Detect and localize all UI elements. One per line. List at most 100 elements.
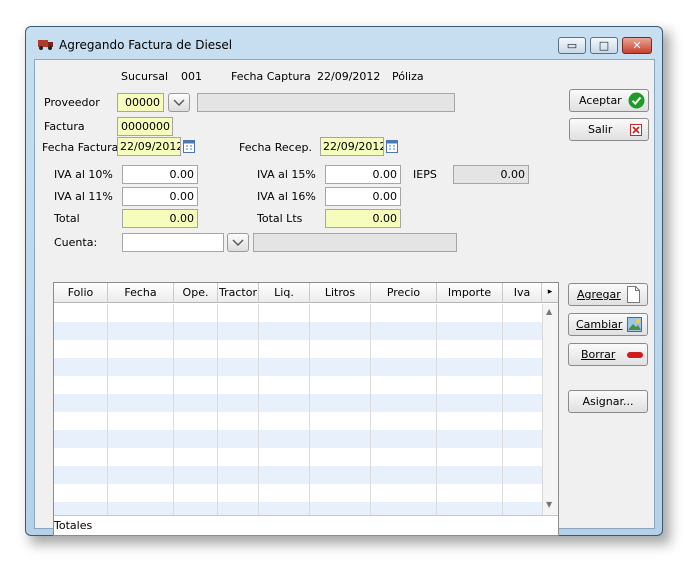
table-row[interactable]: [54, 358, 542, 376]
grid-header: Folio Fecha Ope. Tractor Liq. Litros Pre…: [54, 283, 558, 303]
table-row[interactable]: [54, 448, 542, 466]
vertical-scrollbar[interactable]: ▲ ▼: [542, 304, 558, 515]
factura-input[interactable]: 0000000: [117, 117, 173, 136]
column-divider: [436, 304, 437, 515]
new-document-icon: [627, 286, 640, 303]
column-header-ope[interactable]: Ope.: [174, 283, 218, 303]
table-row[interactable]: [54, 340, 542, 358]
maximize-button[interactable]: □: [590, 37, 618, 54]
close-red-icon: [630, 124, 642, 136]
column-divider: [502, 304, 503, 515]
agregar-button[interactable]: Agregar: [568, 283, 648, 306]
close-button[interactable]: ✕: [622, 37, 652, 54]
chevron-down-icon: [173, 99, 185, 106]
invoice-lines-grid[interactable]: Folio Fecha Ope. Tractor Liq. Litros Pre…: [53, 282, 559, 536]
totals-row: Totales: [54, 515, 558, 535]
column-header-folio[interactable]: Folio: [54, 283, 108, 303]
asignar-label: Asignar...: [582, 395, 634, 408]
table-row[interactable]: [54, 304, 542, 322]
total-lts-field: 0.00: [325, 209, 401, 228]
dialog-window: Agregando Factura de Diesel ▭ □ ✕ Sucurs…: [25, 26, 663, 536]
scroll-right-arrow-icon[interactable]: ▸: [542, 283, 558, 303]
ieps-label: IEPS: [413, 168, 437, 181]
column-divider: [173, 304, 174, 515]
asignar-button[interactable]: Asignar...: [568, 390, 648, 413]
column-divider: [217, 304, 218, 515]
fecha-captura-label: Fecha Captura: [231, 70, 311, 83]
minimize-button[interactable]: ▭: [558, 37, 586, 54]
table-row[interactable]: [54, 466, 542, 484]
column-header-liq[interactable]: Liq.: [259, 283, 310, 303]
cambiar-label: Cambiar: [576, 318, 623, 331]
proveedor-code-input[interactable]: 00000: [117, 93, 164, 112]
title-bar[interactable]: Agregando Factura de Diesel ▭ □ ✕: [26, 27, 662, 57]
table-row[interactable]: [54, 394, 542, 412]
aceptar-button[interactable]: Aceptar: [569, 89, 649, 112]
fecha-recep-input[interactable]: 22/09/2012: [320, 137, 384, 156]
truck-app-icon: [38, 40, 53, 50]
delete-minus-icon: [627, 352, 643, 358]
column-header-iva[interactable]: Iva: [503, 283, 542, 303]
table-row[interactable]: [54, 376, 542, 394]
table-row[interactable]: [54, 412, 542, 430]
cuenta-input[interactable]: [122, 233, 224, 252]
iva16-input[interactable]: 0.00: [325, 187, 401, 206]
iva15-input[interactable]: 0.00: [325, 165, 401, 184]
factura-label: Factura: [44, 120, 85, 133]
cuenta-label: Cuenta:: [54, 236, 98, 249]
table-row[interactable]: [54, 430, 542, 448]
iva11-label: IVA al 11%: [54, 190, 113, 203]
cambiar-button[interactable]: Cambiar: [568, 313, 648, 336]
maximize-icon: □: [598, 39, 610, 52]
borrar-label: Borrar: [581, 348, 616, 361]
totals-label: Totales: [54, 519, 93, 532]
scroll-down-icon[interactable]: ▼: [546, 500, 552, 509]
edit-picture-icon: [627, 317, 642, 332]
table-row[interactable]: [54, 484, 542, 502]
iva11-input[interactable]: 0.00: [122, 187, 198, 206]
iva15-label: IVA al 15%: [257, 168, 316, 181]
iva10-label: IVA al 10%: [54, 168, 113, 181]
column-header-litros[interactable]: Litros: [310, 283, 371, 303]
sucursal-label: Sucursal: [121, 70, 169, 83]
column-divider: [370, 304, 371, 515]
ieps-field: 0.00: [453, 165, 529, 184]
aceptar-label: Aceptar: [579, 94, 622, 107]
column-header-fecha[interactable]: Fecha: [108, 283, 174, 303]
fecha-factura-label: Fecha Factura: [42, 141, 119, 154]
chevron-down-icon: [232, 239, 244, 246]
proveedor-label: Proveedor: [44, 96, 100, 109]
poliza-label: Póliza: [392, 70, 424, 83]
total-field: 0.00: [122, 209, 198, 228]
column-header-importe[interactable]: Importe: [437, 283, 503, 303]
close-icon: ✕: [632, 39, 642, 52]
borrar-button[interactable]: Borrar: [568, 343, 648, 366]
column-header-precio[interactable]: Precio: [371, 283, 437, 303]
column-header-tractor[interactable]: Tractor: [218, 283, 259, 303]
checkmark-icon: [628, 92, 645, 109]
agregar-label: Agregar: [577, 288, 621, 301]
grid-body[interactable]: [54, 304, 542, 515]
proveedor-name-field: [197, 93, 455, 112]
iva16-label: IVA al 16%: [257, 190, 316, 203]
salir-button[interactable]: Salir: [569, 118, 649, 141]
sucursal-value: 001: [181, 70, 202, 83]
fecha-recep-calendar-icon[interactable]: [386, 139, 398, 153]
fecha-factura-calendar-icon[interactable]: [183, 139, 195, 153]
column-divider: [258, 304, 259, 515]
cuenta-dropdown-button[interactable]: [227, 233, 249, 252]
scroll-up-icon[interactable]: ▲: [546, 307, 552, 316]
cuenta-desc-field: [253, 233, 457, 252]
minimize-icon: ▭: [566, 39, 578, 52]
fecha-factura-input[interactable]: 22/09/2012: [117, 137, 181, 156]
iva10-input[interactable]: 0.00: [122, 165, 198, 184]
proveedor-dropdown-button[interactable]: [168, 93, 190, 112]
dialog-client-area: Sucursal 001 Fecha Captura 22/09/2012 Pó…: [34, 59, 655, 536]
table-row[interactable]: [54, 502, 542, 515]
fecha-recep-label: Fecha Recep.: [239, 141, 312, 154]
window-title: Agregando Factura de Diesel: [59, 38, 233, 52]
salir-label: Salir: [588, 123, 613, 136]
column-divider: [107, 304, 108, 515]
column-divider: [309, 304, 310, 515]
table-row[interactable]: [54, 322, 542, 340]
